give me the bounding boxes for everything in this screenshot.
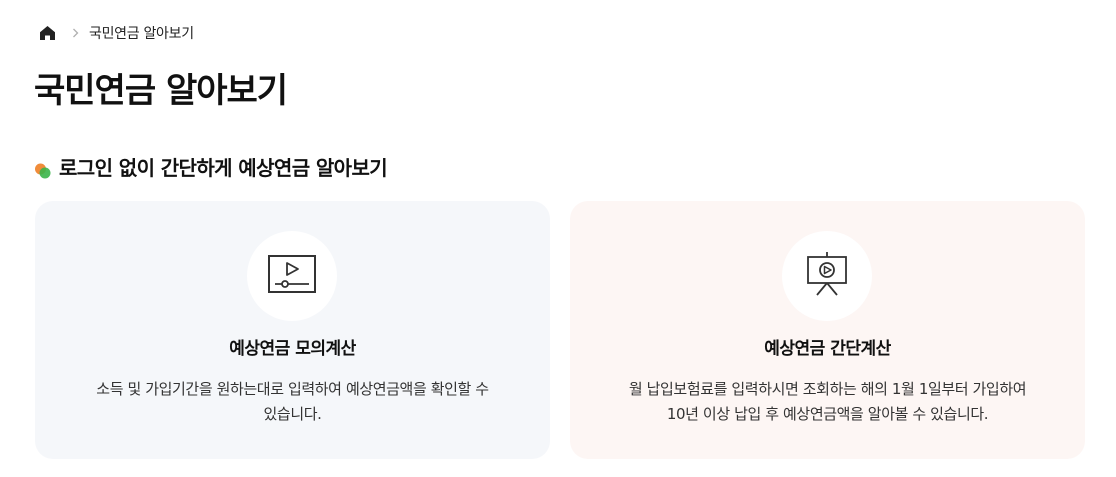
section-heading-text: 로그인 없이 간단하게 예상연금 알아보기 (59, 156, 388, 180)
breadcrumb-current[interactable]: 국민연금 알아보기 (89, 23, 194, 43)
card-description-line: 월 납입보험료를 입력하시면 조회하는 해의 1월 1일부터 가입하여 (628, 380, 1027, 398)
home-icon[interactable] (38, 24, 56, 42)
card-title: 예상연금 모의계산 (229, 339, 356, 359)
card-description-line: 있습니다. (263, 405, 322, 423)
section-heading: 로그인 없이 간단하게 예상연금 알아보기 (34, 154, 388, 182)
card-description: 월 납입보험료를 입력하시면 조회하는 해의 1월 1일부터 가입하여 10년 … (600, 377, 1055, 427)
card-simple-calc[interactable]: 예상연금 간단계산 월 납입보험료를 입력하시면 조회하는 해의 1월 1일부터… (570, 201, 1085, 459)
page: 국민연금 알아보기 국민연금 알아보기 로그인 없이 간단하게 예상연금 알아보… (0, 0, 1116, 477)
video-player-icon (267, 254, 317, 298)
card-description: 소득 및 가입기간을 원하는대로 입력하여 예상연금액을 확인할 수 있습니다. (65, 377, 520, 427)
chevron-right-icon (72, 28, 79, 38)
card-icon-circle (247, 231, 337, 321)
card-title: 예상연금 간단계산 (764, 339, 891, 359)
page-title: 국민연금 알아보기 (34, 71, 288, 111)
card-description-line: 10년 이상 납입 후 예상연금액을 알아볼 수 있습니다. (666, 405, 989, 423)
presentation-board-icon (805, 251, 849, 301)
card-simulation[interactable]: 예상연금 모의계산 소득 및 가입기간을 원하는대로 입력하여 예상연금액을 확… (35, 201, 550, 459)
overlapping-circles-icon (34, 159, 52, 179)
card-description-line: 소득 및 가입기간을 원하는대로 입력하여 예상연금액을 확인할 수 (96, 380, 489, 398)
breadcrumb: 국민연금 알아보기 (38, 22, 194, 44)
card-icon-circle (782, 231, 872, 321)
